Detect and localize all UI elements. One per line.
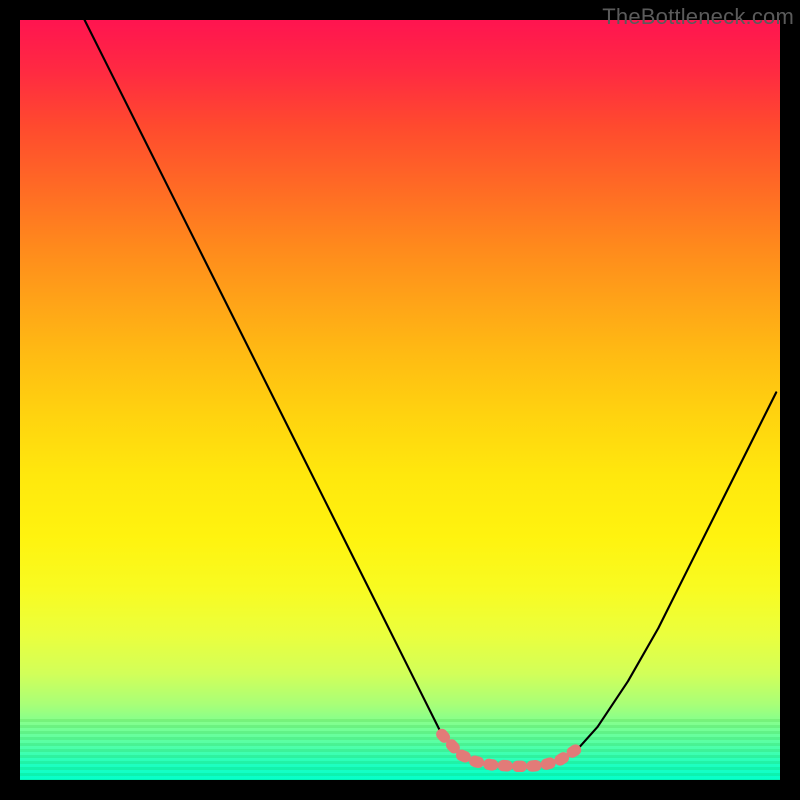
watermark-text: TheBottleneck.com [602, 4, 794, 30]
curve-overlay [20, 20, 780, 780]
flat-region [442, 734, 579, 766]
bottleneck-curve [85, 20, 777, 766]
